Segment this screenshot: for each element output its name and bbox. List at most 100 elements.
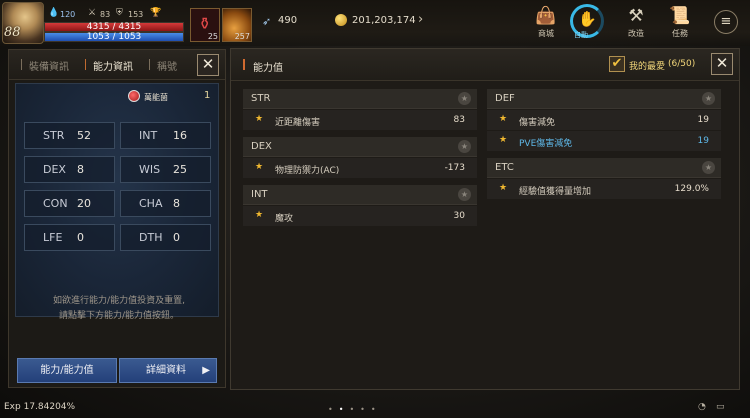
category-name: DEF <box>495 93 515 104</box>
menu-icon[interactable]: ≡ <box>714 10 738 34</box>
tab-title[interactable]: 稱號 <box>157 58 177 73</box>
potion-slot[interactable]: ⚱ 25 <box>190 8 220 42</box>
star-icon[interactable]: ★ <box>499 183 507 193</box>
star-icon[interactable]: ★ <box>702 92 715 105</box>
potion-title-icon <box>128 90 140 102</box>
checkmark-icon[interactable]: ✔ <box>609 56 625 72</box>
stat-key: DEX <box>43 163 66 176</box>
ability-values-panel: 能力值 ✔ 我的最愛 (6/50) ✕ STR ★ ★ 近距離傷害 83 DEX… <box>230 48 740 390</box>
stat-key: DTH <box>139 231 163 244</box>
category-name: DEX <box>251 141 272 152</box>
title-name: 萬能菌 <box>144 93 168 102</box>
wifi-icon: ◔ <box>698 402 706 412</box>
tab-separator <box>21 59 22 70</box>
reforge-button[interactable]: ⚒ 改造 <box>620 6 652 39</box>
stat-value: 25 <box>173 163 187 176</box>
stat-key: CON <box>43 197 68 210</box>
category-header-etc: ETC ★ <box>487 158 721 178</box>
top-stat-1: 120 <box>60 10 76 19</box>
favorites-count: (6/50) <box>668 59 696 69</box>
stat-cell-lfe: LFE 0 <box>24 224 115 251</box>
stat-value: 0 <box>77 231 84 244</box>
stat-value: -173 <box>444 163 465 173</box>
feather-value: 490 <box>278 15 298 26</box>
stat-value: 0 <box>173 231 180 244</box>
star-icon[interactable]: ★ <box>255 114 263 124</box>
stat-key: LFE <box>43 231 63 244</box>
stat-row: ★ 近距離傷害 83 <box>243 110 477 130</box>
hp-bar: 4315 / 4315 <box>44 22 184 32</box>
stat-label: 物理防禦力(AC) <box>275 166 340 176</box>
star-icon[interactable]: ★ <box>499 114 507 124</box>
shield-icon: ⛨ <box>116 8 123 18</box>
stat-label: 近距離傷害 <box>275 118 321 128</box>
exp-readout: Exp 17.84204% <box>4 402 76 412</box>
star-icon[interactable]: ★ <box>702 161 715 174</box>
sword-icon: ⚔ <box>88 8 97 18</box>
note-line: 請點擊下方能力/能力值按鈕。 <box>58 311 180 321</box>
category-header-str: STR ★ <box>243 89 477 109</box>
character-level: 88 <box>4 25 21 40</box>
title-accent <box>243 59 245 70</box>
stat-key: CHA <box>139 197 163 210</box>
quest-button[interactable]: 📜 任務 <box>664 6 696 39</box>
stat-row: ★ 傷害減免 19 <box>487 110 721 130</box>
tab-ability-info[interactable]: 能力資訊 <box>93 58 133 73</box>
trophy-icon: 🏆 <box>150 8 162 18</box>
stat-label: 經驗值獲得量增加 <box>519 187 592 197</box>
anvil-icon: ⚒ <box>628 6 644 26</box>
chevron-right-icon[interactable]: › <box>418 12 423 27</box>
close-icon[interactable]: ✕ <box>197 54 219 76</box>
stat-cell-wis: WIS 25 <box>120 156 211 183</box>
left-tabs: 裝備資訊 能力資訊 稱號 ✕ <box>9 50 225 80</box>
stat-cell-int: INT 16 <box>120 122 211 149</box>
close-icon[interactable]: ✕ <box>711 53 733 75</box>
skill-count: 257 <box>234 32 250 41</box>
star-icon[interactable]: ★ <box>255 210 263 220</box>
star-icon[interactable]: ★ <box>458 92 471 105</box>
stat-value: 83 <box>453 115 465 125</box>
stat-value: 16 <box>173 129 187 142</box>
top-hud: 88 💧 120 ⚔ 83 ⛨ 153 🏆 4315 / 4315 1053 /… <box>0 0 750 46</box>
stat-value: 30 <box>453 211 465 221</box>
stat-key: INT <box>139 129 158 142</box>
stat-row: ★ PVE傷害減免 19 <box>487 131 721 151</box>
stat-value: 19 <box>697 136 709 146</box>
stat-cell-dth: DTH 0 <box>120 224 211 251</box>
skill-slot[interactable]: 257 <box>222 8 252 42</box>
stat-label: 傷害減免 <box>519 118 556 128</box>
ability-button[interactable]: 能力/能力值 <box>17 358 117 383</box>
stats-area: 萬能菌 1 STR 52 INT 16 DEX 8 WIS 25 CON 20 … <box>15 83 219 317</box>
category-header-def: DEF ★ <box>487 89 721 109</box>
stat-value: 8 <box>173 197 180 210</box>
category-header-dex: DEX ★ <box>243 137 477 157</box>
top-stat-3: 153 <box>128 10 144 19</box>
detail-button-label: 詳細資料 <box>146 365 186 376</box>
shop-label: 商城 <box>538 29 554 38</box>
auto-label: 自動 <box>574 31 588 39</box>
star-icon[interactable]: ★ <box>255 162 263 172</box>
category-name: ETC <box>495 162 514 173</box>
stat-value: 129.0% <box>674 184 709 194</box>
detail-button[interactable]: 詳細資料 ▶ <box>119 358 217 383</box>
stat-row: ★ 經驗值獲得量增加 129.0% <box>487 179 721 199</box>
tab-active-marker <box>85 59 86 70</box>
feather-icon: ➶ <box>262 15 272 28</box>
stat-label: 魔攻 <box>275 214 294 224</box>
battery-icon: ▭ <box>716 402 725 412</box>
potion-count: 25 <box>207 32 218 41</box>
adena-value: 201,203,174 <box>352 15 416 26</box>
favorites-label[interactable]: 我的最愛 <box>629 59 665 72</box>
tab-equipment-info[interactable]: 裝備資訊 <box>29 58 69 73</box>
category-header-int: INT ★ <box>243 185 477 205</box>
stat-value: 19 <box>697 115 709 125</box>
star-icon[interactable]: ★ <box>499 135 507 145</box>
star-icon[interactable]: ★ <box>458 140 471 153</box>
reset-note: 如欲進行能力/能力值投資及重置, 請點擊下方能力/能力值按鈕。 <box>19 294 219 324</box>
scroll-icon: 📜 <box>669 6 691 26</box>
mp-bar: 1053 / 1053 <box>44 32 184 42</box>
shop-button[interactable]: 👜 商城 <box>530 6 562 39</box>
potion-icon: ⚱ <box>198 14 212 33</box>
stat-row: ★ 物理防禦力(AC) -173 <box>243 158 477 178</box>
star-icon[interactable]: ★ <box>458 188 471 201</box>
